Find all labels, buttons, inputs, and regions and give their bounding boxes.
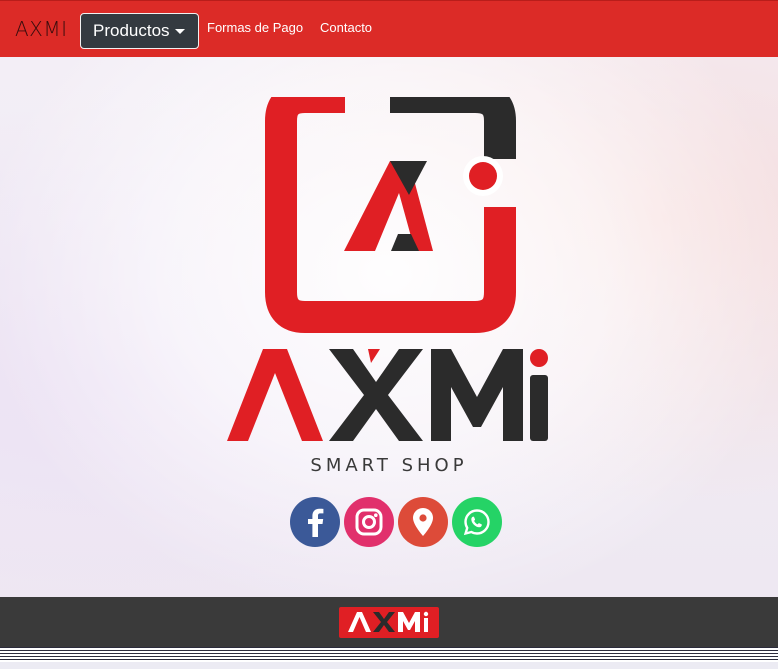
brand-link[interactable]: AXMI — [15, 17, 68, 41]
instagram-button[interactable] — [344, 497, 394, 547]
axmi-logo-icon — [227, 97, 548, 441]
navbar: AXMI Productos Formas de Pago Contacto — [0, 0, 778, 57]
productos-dropdown-button[interactable]: Productos — [80, 13, 199, 49]
whatsapp-icon — [463, 509, 490, 536]
dropdown-label: Productos — [93, 21, 170, 40]
tagline: SMART SHOP — [310, 455, 468, 476]
map-pin-icon — [413, 508, 433, 536]
nav-link-contacto[interactable]: Contacto — [320, 20, 372, 35]
location-button[interactable] — [398, 497, 448, 547]
footer — [0, 597, 778, 647]
caret-down-icon — [175, 29, 185, 34]
whatsapp-button[interactable] — [452, 497, 502, 547]
facebook-button[interactable] — [290, 497, 340, 547]
instagram-icon — [355, 508, 383, 536]
page-bottom — [0, 662, 778, 669]
nav-link-formas-de-pago[interactable]: Formas de Pago — [207, 20, 303, 35]
hero-section: SMART SHOP — [0, 57, 778, 597]
footer-logo[interactable] — [339, 606, 439, 638]
social-links — [290, 497, 502, 547]
facebook-icon — [308, 508, 324, 537]
axmi-footer-logo-icon — [348, 611, 429, 632]
